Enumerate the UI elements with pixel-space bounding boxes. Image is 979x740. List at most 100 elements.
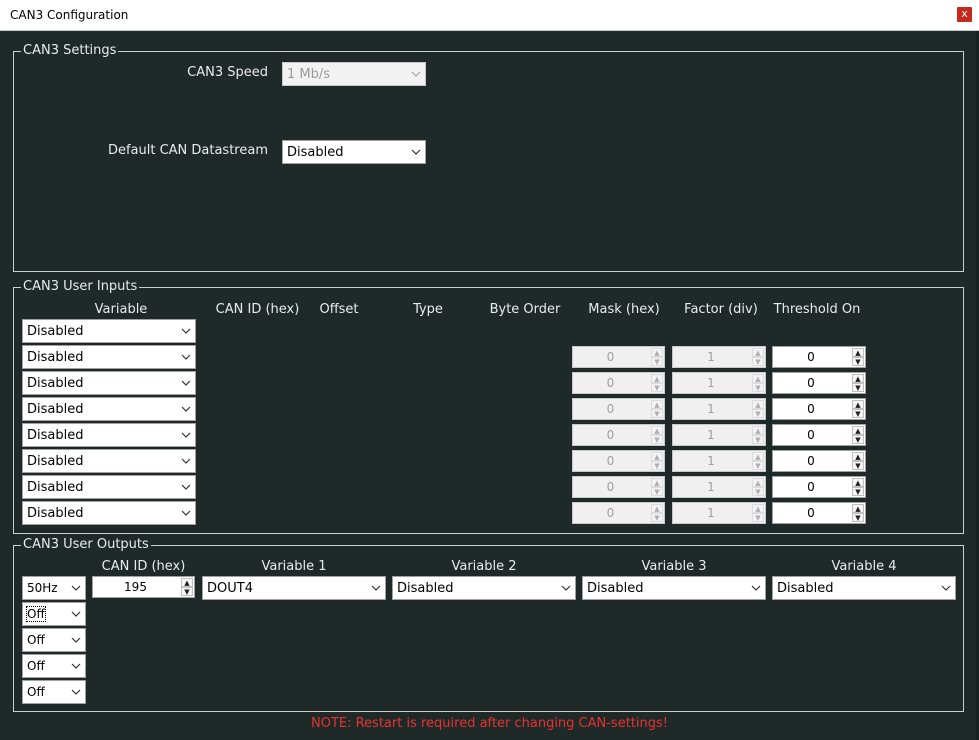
- spin-down-icon[interactable]: ▼: [852, 487, 864, 496]
- spinner-arrows[interactable]: ▲ ▼: [651, 504, 663, 522]
- spin-down-icon[interactable]: ▼: [852, 357, 864, 366]
- input-mask-spinner[interactable]: 0 ▲ ▼: [572, 346, 665, 368]
- spin-up-icon[interactable]: ▲: [752, 400, 764, 409]
- input-variable-select[interactable]: Disabled: [22, 475, 196, 499]
- spinner-arrows[interactable]: ▲ ▼: [651, 478, 663, 496]
- output-rate-select-5[interactable]: Off: [22, 680, 86, 704]
- spinner-arrows[interactable]: ▲ ▼: [752, 426, 764, 444]
- spin-down-icon[interactable]: ▼: [852, 435, 864, 444]
- spinner-arrows[interactable]: ▲ ▼: [852, 504, 864, 522]
- speed-select[interactable]: 1 Mb/s: [282, 62, 426, 86]
- spin-up-icon[interactable]: ▲: [752, 348, 764, 357]
- input-variable-select[interactable]: Disabled: [22, 449, 196, 473]
- spin-down-icon[interactable]: ▼: [651, 357, 663, 366]
- input-factor-spinner[interactable]: 1 ▲ ▼: [672, 424, 766, 446]
- input-variable-select[interactable]: Disabled: [22, 501, 196, 525]
- spinner-arrows[interactable]: ▲ ▼: [852, 400, 864, 418]
- datastream-select[interactable]: Disabled: [282, 140, 426, 164]
- output-var2-select[interactable]: Disabled: [392, 576, 576, 600]
- output-var1-select[interactable]: DOUT4: [202, 576, 386, 600]
- input-variable-select[interactable]: Disabled: [22, 423, 196, 447]
- input-threshold-spinner[interactable]: 0 ▲ ▼: [772, 476, 866, 498]
- spin-up-icon[interactable]: ▲: [651, 348, 663, 357]
- output-rate-select-4[interactable]: Off: [22, 654, 86, 678]
- input-threshold-spinner[interactable]: 0 ▲ ▼: [772, 424, 866, 446]
- input-factor-spinner[interactable]: 1 ▲ ▼: [672, 372, 766, 394]
- input-variable-select[interactable]: Disabled: [22, 319, 196, 343]
- input-factor-spinner[interactable]: 1 ▲ ▼: [672, 450, 766, 472]
- spinner-arrows[interactable]: ▲ ▼: [852, 426, 864, 444]
- spinner-arrows[interactable]: ▲ ▼: [752, 478, 764, 496]
- output-var4-select[interactable]: Disabled: [772, 576, 956, 600]
- spin-up-icon[interactable]: ▲: [852, 400, 864, 409]
- spin-up-icon[interactable]: ▲: [651, 374, 663, 383]
- spin-up-icon[interactable]: ▲: [651, 426, 663, 435]
- output-can-id-spinner[interactable]: 195 ▲ ▼: [92, 576, 195, 598]
- spin-up-icon[interactable]: ▲: [852, 348, 864, 357]
- spin-down-icon[interactable]: ▼: [752, 357, 764, 366]
- spin-down-icon[interactable]: ▼: [651, 487, 663, 496]
- spin-up-icon[interactable]: ▲: [852, 452, 864, 461]
- output-rate-select[interactable]: 50Hz: [22, 576, 86, 600]
- spin-down-icon[interactable]: ▼: [651, 383, 663, 392]
- spinner-arrows[interactable]: ▲ ▼: [651, 400, 663, 418]
- spin-down-icon[interactable]: ▼: [752, 435, 764, 444]
- input-factor-spinner[interactable]: 1 ▲ ▼: [672, 346, 766, 368]
- input-variable-select[interactable]: Disabled: [22, 371, 196, 395]
- input-variable-select[interactable]: Disabled: [22, 345, 196, 369]
- spin-down-icon[interactable]: ▼: [752, 383, 764, 392]
- spin-down-icon[interactable]: ▼: [752, 461, 764, 470]
- spinner-arrows[interactable]: ▲ ▼: [852, 452, 864, 470]
- input-factor-spinner[interactable]: 1 ▲ ▼: [672, 398, 766, 420]
- spin-down-icon[interactable]: ▼: [852, 409, 864, 418]
- spinner-arrows[interactable]: ▲ ▼: [651, 348, 663, 366]
- input-mask-spinner[interactable]: 0 ▲ ▼: [572, 398, 665, 420]
- spinner-arrows[interactable]: ▲ ▼: [852, 348, 864, 366]
- output-var3-select[interactable]: Disabled: [582, 576, 766, 600]
- input-factor-spinner[interactable]: 1 ▲ ▼: [672, 476, 766, 498]
- spin-up-icon[interactable]: ▲: [651, 478, 663, 487]
- input-mask-spinner[interactable]: 0 ▲ ▼: [572, 476, 665, 498]
- input-variable-select[interactable]: Disabled: [22, 397, 196, 421]
- spinner-arrows[interactable]: ▲ ▼: [651, 426, 663, 444]
- spinner-arrows[interactable]: ▲ ▼: [752, 504, 764, 522]
- spin-down-icon[interactable]: ▼: [852, 461, 864, 470]
- spin-down-icon[interactable]: ▼: [752, 513, 764, 522]
- spin-up-icon[interactable]: ▲: [852, 478, 864, 487]
- spinner-arrows[interactable]: ▲ ▼: [752, 348, 764, 366]
- spinner-arrows[interactable]: ▲ ▼: [651, 374, 663, 392]
- spin-down-icon[interactable]: ▼: [651, 409, 663, 418]
- close-button[interactable]: x: [957, 7, 972, 22]
- spin-up-icon[interactable]: ▲: [752, 452, 764, 461]
- spin-down-icon[interactable]: ▼: [852, 383, 864, 392]
- spin-down-icon[interactable]: ▼: [651, 435, 663, 444]
- input-threshold-spinner[interactable]: 0 ▲ ▼: [772, 372, 866, 394]
- spin-up-icon[interactable]: ▲: [181, 578, 193, 587]
- spin-up-icon[interactable]: ▲: [852, 426, 864, 435]
- spin-down-icon[interactable]: ▼: [651, 461, 663, 470]
- output-rate-select-2[interactable]: Off: [22, 602, 86, 626]
- spin-up-icon[interactable]: ▲: [651, 400, 663, 409]
- input-mask-spinner[interactable]: 0 ▲ ▼: [572, 424, 665, 446]
- spin-down-icon[interactable]: ▼: [852, 513, 864, 522]
- output-rate-select-3[interactable]: Off: [22, 628, 86, 652]
- input-factor-spinner[interactable]: 1 ▲ ▼: [672, 502, 766, 524]
- spinner-arrows[interactable]: ▲ ▼: [752, 400, 764, 418]
- spin-up-icon[interactable]: ▲: [752, 426, 764, 435]
- spinner-arrows[interactable]: ▲ ▼: [852, 374, 864, 392]
- input-threshold-spinner[interactable]: 0 ▲ ▼: [772, 502, 866, 524]
- spinner-arrows[interactable]: ▲ ▼: [752, 374, 764, 392]
- input-threshold-spinner[interactable]: 0 ▲ ▼: [772, 398, 866, 420]
- input-threshold-spinner[interactable]: 0 ▲ ▼: [772, 346, 866, 368]
- spin-up-icon[interactable]: ▲: [852, 374, 864, 383]
- spin-down-icon[interactable]: ▼: [181, 587, 193, 596]
- spinner-arrows[interactable]: ▲ ▼: [852, 478, 864, 496]
- spin-down-icon[interactable]: ▼: [651, 513, 663, 522]
- input-mask-spinner[interactable]: 0 ▲ ▼: [572, 372, 665, 394]
- input-threshold-spinner[interactable]: 0 ▲ ▼: [772, 450, 866, 472]
- spinner-arrows[interactable]: ▲ ▼: [651, 452, 663, 470]
- spin-up-icon[interactable]: ▲: [651, 504, 663, 513]
- spinner-arrows[interactable]: ▲ ▼: [181, 578, 193, 596]
- spin-down-icon[interactable]: ▼: [752, 487, 764, 496]
- spinner-arrows[interactable]: ▲ ▼: [752, 452, 764, 470]
